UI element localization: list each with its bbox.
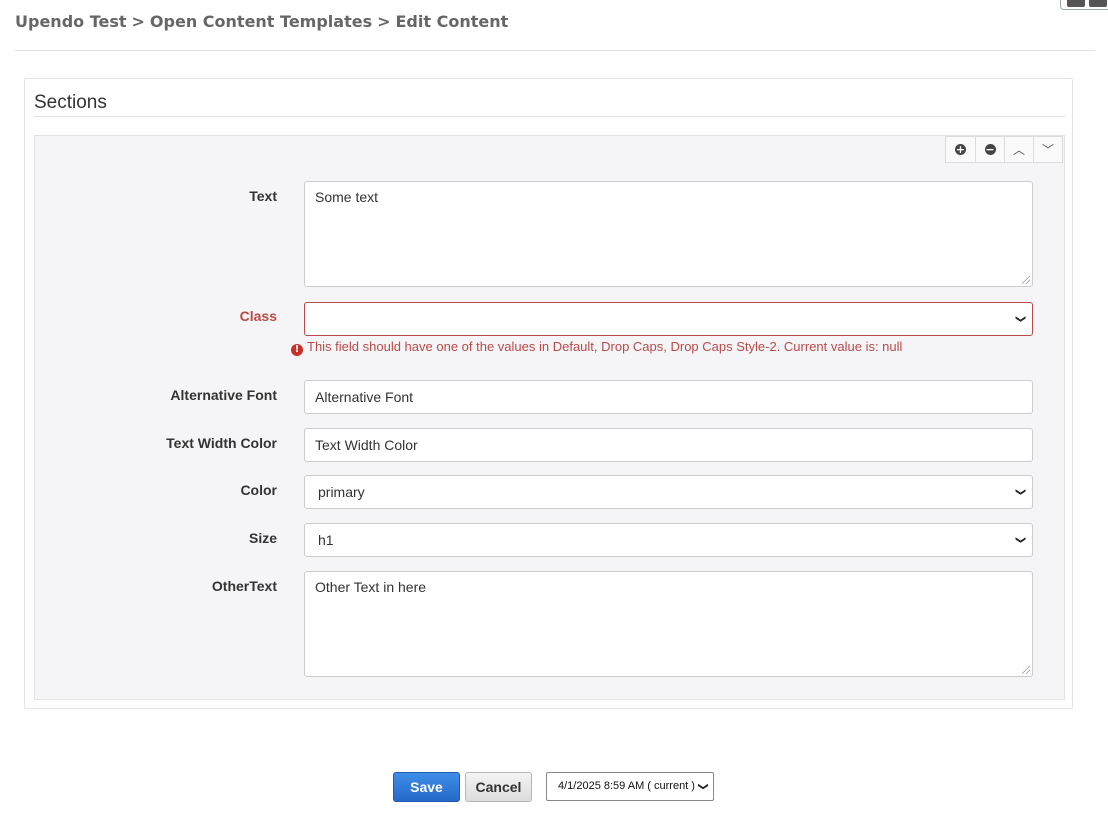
text-value: Some text — [315, 189, 379, 205]
size-select[interactable]: h1 ❯ — [304, 523, 1033, 557]
chevron-down-icon: ❯ — [1014, 314, 1026, 324]
divider — [34, 116, 1065, 117]
chevron-down-icon: ❯ — [697, 782, 709, 791]
color-select[interactable]: primary ❯ — [304, 475, 1033, 509]
alternative-font-label: Alternative Font — [170, 387, 277, 403]
resize-handle-icon[interactable] — [1022, 666, 1030, 674]
alternative-font-placeholder: Alternative Font — [315, 389, 414, 405]
section-item: + − ︿ ﹀ Text Some text Class ❯ ! This fie… — [34, 135, 1065, 700]
minus-circle-icon: − — [984, 143, 996, 156]
exclamation-circle-icon: ! — [291, 344, 303, 356]
chevron-down-icon: ❯ — [1014, 535, 1026, 545]
alternative-font-input[interactable]: Alternative Font — [304, 380, 1033, 414]
move-up-button[interactable]: ︿ — [1004, 137, 1033, 162]
resize-handle-icon[interactable] — [1022, 276, 1030, 284]
chevron-down-icon: ❯ — [1014, 487, 1026, 497]
sections-panel: Sections + − ︿ ﹀ Text Some text Class ❯ … — [24, 78, 1073, 709]
class-error-message: ! This field should have one of the value… — [291, 339, 902, 356]
breadcrumb: Upendo Test > Open Content Templates > Edit … — [15, 12, 508, 31]
size-value: h1 — [318, 532, 334, 548]
text-label: Text — [249, 188, 277, 204]
version-select[interactable]: 4/1/2025 8:59 AM ( current ) ❯ — [546, 772, 714, 801]
text-width-color-input[interactable]: Text Width Color — [304, 428, 1033, 462]
class-label: Class — [239, 308, 277, 324]
toolbar-icon[interactable] — [1089, 0, 1107, 7]
other-text-label: OtherText — [211, 578, 277, 594]
size-label: Size — [248, 530, 277, 546]
breadcrumb-separator: > — [377, 12, 391, 31]
color-value: primary — [318, 484, 365, 500]
version-value: 4/1/2025 8:59 AM ( current ) — [558, 780, 695, 792]
remove-section-button[interactable]: − — [975, 137, 1004, 162]
save-button[interactable]: Save — [393, 772, 460, 802]
other-text-textarea[interactable]: Other Text in here — [304, 571, 1033, 677]
breadcrumb-separator: > — [131, 12, 145, 31]
other-text-value: Other Text in here — [315, 579, 427, 595]
toolbar-icon[interactable] — [1067, 0, 1085, 7]
breadcrumb-item: Edit Content — [395, 12, 509, 31]
color-label: Color — [240, 482, 277, 498]
chevron-down-icon: ﹀ — [1041, 143, 1054, 157]
breadcrumb-item: Upendo Test — [15, 12, 127, 31]
plus-circle-icon: + — [955, 143, 966, 156]
move-down-button[interactable]: ﹀ — [1033, 137, 1062, 162]
text-width-color-placeholder: Text Width Color — [315, 437, 418, 453]
text-width-color-label: Text Width Color — [166, 435, 277, 451]
divider — [15, 50, 1095, 51]
corner-toolbar[interactable] — [1060, 0, 1108, 10]
text-textarea[interactable]: Some text — [304, 181, 1033, 287]
cancel-button[interactable]: Cancel — [465, 772, 532, 802]
class-select[interactable]: ❯ — [304, 302, 1033, 336]
add-section-button[interactable]: + — [946, 137, 975, 162]
breadcrumb-item: Open Content Templates — [149, 12, 373, 31]
panel-title: Sections — [34, 92, 107, 113]
section-controls: + − ︿ ﹀ — [945, 136, 1063, 163]
chevron-up-icon: ︿ — [1012, 143, 1025, 157]
